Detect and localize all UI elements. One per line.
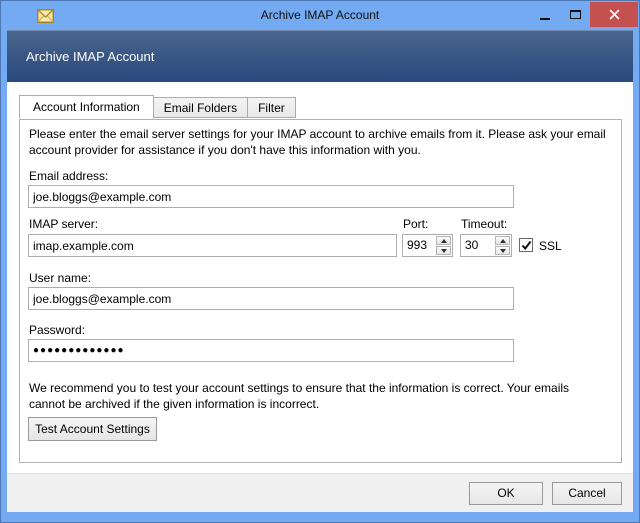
email-address-label: Email address: (29, 169, 108, 183)
timeout-spinner[interactable]: 30 (460, 234, 512, 257)
imap-server-input[interactable] (28, 234, 397, 257)
dialog-footer: OK Cancel (7, 473, 633, 512)
tab-page-account-information: Please enter the email server settings f… (19, 119, 622, 463)
port-value: 993 (407, 238, 427, 252)
user-name-input[interactable] (28, 287, 514, 310)
tab-filter[interactable]: Filter (247, 97, 296, 118)
checkmark-icon (521, 240, 532, 251)
ssl-checkbox[interactable] (519, 238, 533, 252)
password-input[interactable] (28, 339, 514, 362)
port-spinner[interactable]: 993 (402, 234, 453, 257)
port-label: Port: (403, 217, 428, 231)
port-spin-up-button[interactable] (436, 236, 451, 245)
intro-text: Please enter the email server settings f… (29, 126, 615, 158)
dialog-window: Archive IMAP Account Archive IMAP Accoun… (0, 0, 640, 523)
cancel-button[interactable]: Cancel (552, 482, 622, 505)
ok-button[interactable]: OK (469, 482, 543, 505)
email-address-input[interactable] (28, 185, 514, 208)
tab-strip: Account Information Email Folders Filter (19, 95, 296, 118)
port-spin-buttons (436, 236, 451, 255)
minimize-button[interactable] (530, 2, 560, 27)
dialog-header-banner: Archive IMAP Account (7, 30, 633, 82)
up-arrow-icon (500, 239, 506, 243)
titlebar[interactable]: Archive IMAP Account (1, 1, 639, 30)
timeout-label: Timeout: (461, 217, 507, 231)
timeout-value: 30 (465, 238, 478, 252)
tab-email-folders[interactable]: Email Folders (153, 97, 248, 118)
recommendation-text: We recommend you to test your account se… (29, 380, 607, 412)
dialog-content: Archive IMAP Account Account Information… (7, 30, 633, 512)
timeout-spin-up-button[interactable] (495, 236, 510, 245)
close-button[interactable] (590, 2, 638, 27)
dialog-body: Account Information Email Folders Filter… (7, 82, 633, 473)
password-label: Password: (29, 323, 85, 337)
maximize-button[interactable] (560, 2, 590, 27)
timeout-spin-down-button[interactable] (495, 246, 510, 255)
close-icon (609, 9, 620, 20)
test-account-settings-button[interactable]: Test Account Settings (28, 417, 157, 441)
dialog-header-title: Archive IMAP Account (26, 49, 154, 64)
minimize-icon (540, 18, 550, 20)
port-spin-down-button[interactable] (436, 246, 451, 255)
user-name-label: User name: (29, 271, 91, 285)
down-arrow-icon (441, 249, 447, 253)
tab-account-information[interactable]: Account Information (19, 95, 154, 119)
up-arrow-icon (441, 239, 447, 243)
timeout-spin-buttons (495, 236, 510, 255)
ssl-label: SSL (539, 239, 562, 253)
maximize-icon (570, 10, 581, 19)
window-controls (530, 2, 638, 27)
imap-server-label: IMAP server: (29, 217, 98, 231)
down-arrow-icon (500, 249, 506, 253)
